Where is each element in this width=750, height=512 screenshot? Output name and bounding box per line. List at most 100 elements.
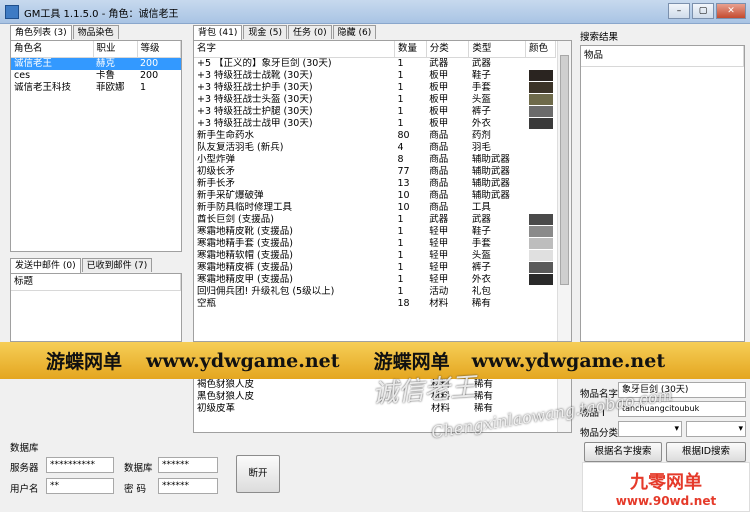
item-quantity: 1 — [397, 274, 404, 285]
inventory-row[interactable]: 空瓶 18 材料 稀有 — [194, 298, 556, 310]
mail-tabs: 发送中邮件 (0) 已收到邮件 (7) — [10, 258, 153, 273]
inventory-row[interactable]: 寒霜地精皮甲 (支援品) 1 轻甲 外衣 — [194, 274, 556, 286]
banner-brand: 游蝶网单 — [46, 351, 123, 373]
password-field[interactable]: ****** — [158, 478, 218, 494]
inventory-list[interactable]: 名字 数量 分类 类型 颜色 +5 【正义的】象牙巨剑 (30天) 1 武器 武器 +3… — [193, 40, 572, 342]
tab-cash[interactable]: 现金 (5) — [243, 25, 287, 39]
banner-url: www.ydwgame.net — [146, 349, 340, 372]
item-category: 板甲 — [429, 94, 449, 105]
tab-quest[interactable]: 任务 (0) — [287, 25, 332, 39]
tab-received-mail[interactable]: 已收到邮件 (7) — [81, 258, 153, 272]
col-class[interactable]: 职业 — [93, 41, 138, 58]
col-mail-title[interactable]: 标题 — [11, 274, 181, 291]
item-quantity: 1 — [397, 262, 404, 273]
color-swatch — [528, 262, 553, 273]
inventory-row[interactable]: 新手防具临时修理工具 10 商品 工具 — [194, 202, 556, 214]
item-type: 武器 — [471, 58, 491, 69]
server-field[interactable]: ********** — [46, 457, 114, 473]
item-subtype-select[interactable]: ▾ — [686, 421, 746, 437]
inventory-row[interactable]: +3 特级狂战士头盔 (30天) 1 板甲 头盔 — [194, 94, 556, 106]
minimize-button[interactable]: – — [668, 3, 690, 19]
item-category: 商品 — [429, 166, 449, 177]
item-color — [526, 154, 556, 166]
inventory-scroll-thumb[interactable] — [560, 55, 569, 285]
search-by-id-button[interactable]: 根据ID搜索 — [666, 442, 746, 462]
character-row[interactable]: ces 卡鲁 200 — [11, 70, 181, 82]
character-row[interactable]: 诚信老王科技 菲欧娜 1 — [11, 82, 181, 94]
inventory-row[interactable]: 回归佣兵团! 升级礼包 (5级以上) 1 活动 礼包 — [194, 286, 556, 298]
col-search-item[interactable]: 物品 — [581, 46, 744, 67]
search-by-name-button[interactable]: 根据名字搜索 — [584, 442, 662, 462]
close-button[interactable]: ✕ — [716, 3, 746, 19]
item-type: 辅助武器 — [471, 154, 510, 165]
inventory-row[interactable]: 新手长矛 13 商品 辅助武器 — [194, 178, 556, 190]
tab-character-list[interactable]: 角色列表 (3) — [10, 25, 72, 40]
item-name: +3 特级狂战士护手 (30天) — [197, 82, 313, 93]
inventory-row[interactable]: +3 特级狂战士战靴 (30天) 1 板甲 鞋子 — [194, 70, 556, 82]
col-category[interactable]: 分类 — [426, 41, 470, 58]
item-type: 辅助武器 — [471, 166, 510, 177]
disconnect-button[interactable]: 断开 — [236, 455, 280, 493]
character-name: 诚信老王 — [11, 57, 93, 70]
item-quantity: 1 — [397, 238, 404, 249]
col-level[interactable]: 等级 — [137, 41, 181, 58]
database-label: 数据库 — [124, 463, 153, 474]
item-quantity: 13 — [397, 178, 410, 189]
item-color — [526, 286, 556, 298]
inventory-row[interactable]: 酋长巨剑 (支援品) 1 武器 武器 — [194, 214, 556, 226]
inventory-row[interactable]: 寒霜地精皮靴 (支援品) 1 轻甲 鞋子 — [194, 226, 556, 238]
item-category: 轻甲 — [429, 238, 449, 249]
maximize-button[interactable]: ▢ — [692, 3, 714, 19]
inventory-table: 名字 数量 分类 类型 颜色 +5 【正义的】象牙巨剑 (30天) 1 武器 武器 +3… — [194, 41, 556, 310]
tab-item-dye[interactable]: 物品染色 — [72, 25, 119, 39]
character-row[interactable]: 诚信老王 赫克 200 — [11, 57, 181, 70]
tab-sending-mail[interactable]: 发送中邮件 (0) — [10, 258, 81, 273]
item-type: 药剂 — [471, 130, 491, 141]
item-quantity: 1 — [397, 82, 404, 93]
item-color — [526, 94, 556, 106]
item-name: 初级皮革 — [197, 403, 236, 414]
color-swatch — [528, 106, 553, 117]
col-color[interactable]: 颜色 — [525, 41, 556, 58]
col-quantity[interactable]: 数量 — [394, 41, 427, 58]
inventory-row[interactable]: 寒霜地精软帽 (支援品) 1 轻甲 头盔 — [194, 250, 556, 262]
character-name: ces — [14, 70, 31, 81]
banner-url: www.ydwgame.net — [471, 349, 666, 372]
item-type: 工具 — [471, 202, 491, 213]
inventory-scrollbar[interactable] — [557, 41, 571, 341]
col-type[interactable]: 类型 — [468, 41, 526, 58]
item-quantity: 10 — [397, 202, 410, 213]
search-results-list[interactable]: 物品 — [580, 45, 745, 342]
item-quantity: 18 — [397, 298, 410, 309]
inventory-row[interactable]: 寒霜地精皮裤 (支援品) 1 轻甲 裤子 — [194, 262, 556, 274]
inventory-row[interactable]: 新手生命药水 80 商品 药剂 — [194, 130, 556, 142]
inventory-row[interactable]: 新手采矿爆破弹 10 商品 辅助武器 — [194, 190, 556, 202]
col-item-name[interactable]: 名字 — [194, 41, 395, 58]
item-type-select[interactable]: ▾ — [618, 421, 682, 437]
database-field[interactable]: ****** — [158, 457, 218, 473]
col-character-name[interactable]: 角色名 — [11, 41, 94, 58]
item-color — [526, 298, 556, 310]
character-list[interactable]: 角色名 职业 等级 诚信老王 赫克 200 ces 卡鲁 200 诚信老王科技 … — [10, 40, 182, 252]
item-type: 武器 — [471, 214, 491, 225]
inventory-row[interactable]: +3 特级狂战士护手 (30天) 1 板甲 手套 — [194, 82, 556, 94]
inventory-row[interactable]: +3 特级狂战士战甲 (30天) 1 板甲 外衣 — [194, 118, 556, 130]
item-category: 轻甲 — [429, 226, 449, 237]
tab-backpack[interactable]: 背包 (41) — [193, 25, 243, 40]
item-category: 板甲 — [429, 82, 449, 93]
inventory-row[interactable]: 初级长矛 77 商品 辅助武器 — [194, 166, 556, 178]
item-quantity: 1 — [397, 226, 404, 237]
username-field[interactable]: ** — [46, 478, 114, 494]
inventory-row[interactable]: +3 特级狂战士护腿 (30天) 1 板甲 裤子 — [194, 106, 556, 118]
mail-list[interactable]: 标题 — [10, 273, 182, 342]
item-type: 头盔 — [471, 94, 491, 105]
inventory-row[interactable]: 寒霜地精手套 (支援品) 1 轻甲 手套 — [194, 238, 556, 250]
item-type: 辅助武器 — [471, 178, 510, 189]
inventory-row[interactable]: +5 【正义的】象牙巨剑 (30天) 1 武器 武器 — [194, 58, 556, 71]
character-class: 赫克 — [93, 57, 137, 70]
item-quantity: 1 — [397, 286, 404, 297]
inventory-row[interactable]: 小型炸弹 8 商品 辅助武器 — [194, 154, 556, 166]
inventory-row[interactable]: 队友复活羽毛 (新兵) 4 商品 羽毛 — [194, 142, 556, 154]
database-title: 数据库 — [10, 443, 39, 454]
tab-hidden[interactable]: 隐藏 (6) — [332, 25, 377, 39]
